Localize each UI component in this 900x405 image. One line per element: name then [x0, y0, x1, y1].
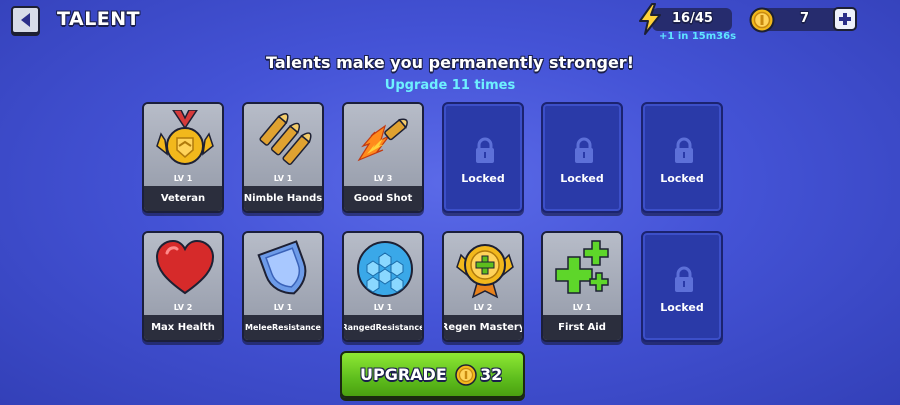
talent-name: Veteran — [144, 186, 222, 211]
energy-value: 16/45 — [672, 11, 713, 26]
talent-card-locked[interactable]: Locked — [541, 102, 623, 213]
talent-level: LV 1 — [373, 303, 393, 312]
lock-icon — [675, 137, 693, 163]
talent-card-good-shot[interactable]: LV 3 Good Shot — [342, 102, 424, 213]
talent-name: RangedResistance — [344, 315, 422, 340]
talent-level: LV 1 — [273, 303, 293, 312]
talent-card-locked[interactable]: Locked — [641, 231, 723, 342]
upgrade-count: Upgrade 11 times — [384, 78, 516, 93]
talent-name: MeleeResistance — [244, 315, 322, 340]
talent-name: Nimble Hands — [244, 186, 322, 211]
locked-label: Locked — [461, 172, 505, 185]
locked-label: Locked — [660, 301, 704, 314]
energy-timer: +1 in 15m36s — [659, 31, 737, 42]
talent-card-max-health[interactable]: LV 2 Max Health — [142, 231, 224, 342]
talent-card-regen-mastery[interactable]: LV 2 Regen Mastery — [442, 231, 524, 342]
talent-card-locked[interactable]: Locked — [641, 102, 723, 213]
talent-level: LV 1 — [173, 174, 193, 183]
talent-level: LV 2 — [473, 303, 493, 312]
talent-card-locked[interactable]: Locked — [442, 102, 524, 213]
talent-name: First Aid — [543, 315, 621, 340]
back-arrow-icon — [20, 13, 30, 27]
upgrade-button[interactable]: UPGRADE 32 — [340, 351, 525, 398]
fire-bullet-icon — [357, 118, 408, 162]
talent-name: Good Shot — [344, 186, 422, 211]
medal-icon — [156, 110, 214, 165]
talent-level: LV 2 — [173, 303, 193, 312]
plus-icon — [839, 13, 851, 25]
talent-name: Max Health — [144, 315, 222, 340]
locked-label: Locked — [560, 172, 604, 185]
talent-card-ranged-resistance[interactable]: LV 1 RangedResistance — [342, 231, 424, 342]
upgrade-label: UPGRADE — [360, 365, 447, 384]
coin-icon — [455, 364, 477, 386]
upgrade-cost: 32 — [480, 365, 503, 384]
shield-icon — [257, 240, 307, 295]
locked-label: Locked — [660, 172, 704, 185]
page-title: TALENT — [57, 8, 141, 30]
lock-icon — [675, 266, 693, 292]
hex-shield-icon — [357, 241, 413, 297]
regen-badge-icon — [456, 244, 514, 299]
back-button[interactable] — [11, 6, 40, 34]
talent-name: Regen Mastery — [444, 315, 522, 340]
talent-level: LV 1 — [273, 174, 293, 183]
talent-level: LV 3 — [373, 174, 393, 183]
talent-headline: Talents make you permanently stronger! — [266, 53, 634, 72]
coin-icon — [749, 7, 775, 33]
heart-icon — [155, 239, 215, 295]
bullets-icon — [259, 113, 312, 166]
talent-card-melee-resistance[interactable]: LV 1 MeleeResistance — [242, 231, 324, 342]
coin-value: 7 — [800, 11, 810, 26]
green-cross-icon — [555, 240, 609, 294]
talent-card-first-aid[interactable]: LV 1 First Aid — [541, 231, 623, 342]
lock-icon — [575, 137, 593, 163]
talent-level: LV 1 — [572, 303, 592, 312]
add-coins-button[interactable] — [833, 7, 857, 31]
talent-card-nimble-hands[interactable]: LV 1 Nimble Hands — [242, 102, 324, 213]
lock-icon — [476, 137, 494, 163]
talent-card-veteran[interactable]: LV 1 Veteran — [142, 102, 224, 213]
